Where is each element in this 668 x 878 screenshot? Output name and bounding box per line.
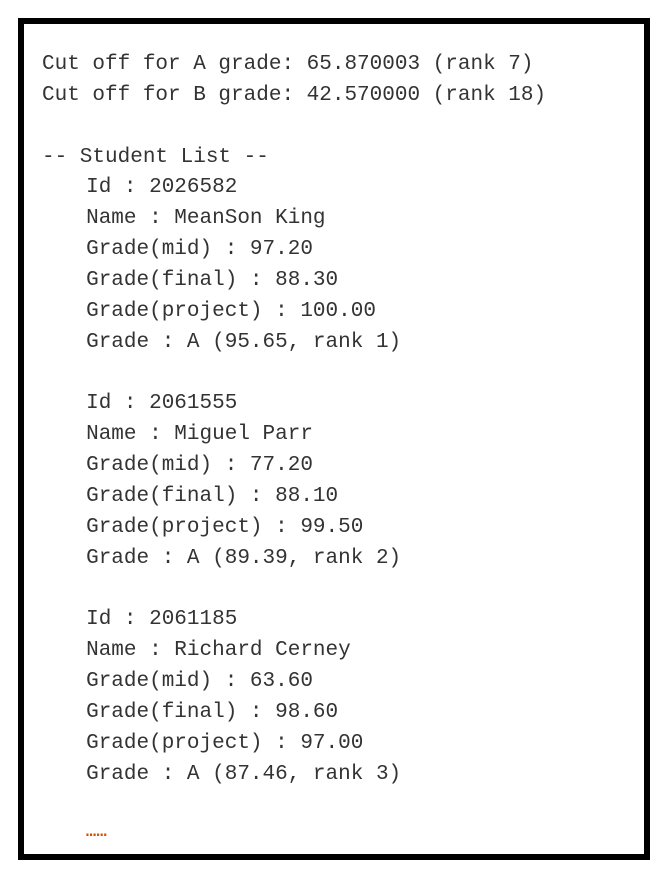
student-block: Id : 2061555 Name : Miguel Parr Grade(mi… [86, 389, 628, 574]
cutoff-b-line: Cut off for B grade: 42.570000 (rank 18) [42, 81, 628, 112]
output-frame: Cut off for A grade: 65.870003 (rank 7) … [18, 18, 650, 860]
blank-line [42, 112, 628, 143]
students-container: Id : 2026582 Name : MeanSon King Grade(m… [42, 173, 628, 821]
blank-line [42, 791, 628, 822]
student-block: Id : 2061185 Name : Richard Cerney Grade… [86, 605, 628, 790]
student-block: Id : 2026582 Name : MeanSon King Grade(m… [86, 173, 628, 358]
student-list-header: -- Student List -- [42, 143, 628, 174]
blank-line [42, 575, 628, 606]
ellipsis: …… [86, 821, 628, 846]
cutoff-a-line: Cut off for A grade: 65.870003 (rank 7) [42, 50, 628, 81]
blank-line [42, 359, 628, 390]
